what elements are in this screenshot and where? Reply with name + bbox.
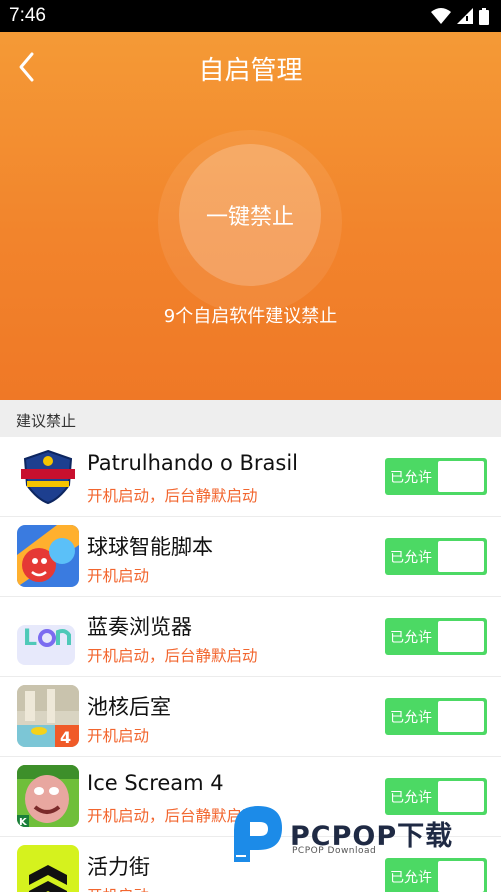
app-desc: 开机启动 bbox=[87, 884, 149, 892]
page-title: 自启管理 bbox=[198, 56, 303, 86]
ice-scream-icon: K bbox=[17, 765, 79, 827]
app-desc: 开机启动，后台静默启动 bbox=[87, 647, 258, 665]
svg-text:K: K bbox=[19, 817, 28, 827]
list-item: Patrulhando o Brasil 开机启动，后台静默启动 已允许 bbox=[0, 437, 501, 517]
toggle-knob bbox=[438, 461, 484, 492]
list-item: 4 池核后室 开机启动 已允许 bbox=[0, 677, 501, 757]
watermark: PCPOP下载 PCPOP Download bbox=[228, 800, 490, 866]
list-item: 球球智能脚本 开机启动 已允许 bbox=[0, 517, 501, 597]
cellular-signal-icon bbox=[457, 8, 473, 24]
toggle-label: 已允许 bbox=[390, 550, 432, 566]
watermark-subtext: PCPOP Download bbox=[292, 846, 377, 856]
disable-all-label: 一键禁止 bbox=[205, 205, 294, 230]
section-title: 建议禁止 bbox=[16, 412, 77, 430]
battery-icon bbox=[479, 7, 489, 25]
chevron-app-icon bbox=[17, 845, 79, 892]
autostart-toggle[interactable]: 已允许 bbox=[385, 618, 487, 655]
status-time: 7:46 bbox=[9, 5, 46, 26]
patrulhando-badge-icon bbox=[17, 445, 79, 507]
disable-all-button[interactable]: 一键禁止 bbox=[179, 144, 321, 286]
app-name: 蓝奏浏览器 bbox=[87, 615, 192, 639]
app-name: 池核后室 bbox=[87, 695, 171, 719]
suggestion-summary: 9个自启软件建议禁止 bbox=[163, 306, 338, 327]
app-desc: 开机启动 bbox=[87, 727, 150, 745]
toggle-label: 已允许 bbox=[390, 870, 432, 886]
autostart-toggle[interactable]: 已允许 bbox=[385, 458, 487, 495]
wifi-icon bbox=[431, 8, 451, 24]
autostart-toggle[interactable]: 已允许 bbox=[385, 698, 487, 735]
lanzou-browser-icon: L bbox=[17, 605, 79, 667]
app-desc: 开机启动，后台静默启动 bbox=[87, 487, 258, 505]
app-name: Ice Scream 4 bbox=[87, 771, 224, 795]
toggle-label: 已允许 bbox=[390, 710, 432, 726]
app-name: 活力街 bbox=[87, 855, 150, 879]
svg-text:L: L bbox=[23, 626, 37, 651]
toggle-label: 已允许 bbox=[390, 630, 432, 646]
toggle-label: 已允许 bbox=[390, 470, 432, 486]
app-desc: 开机启动 bbox=[87, 567, 150, 585]
header-panel: 自启管理 一键禁止 9个自启软件建议禁止 bbox=[0, 32, 501, 400]
app-name: Patrulhando o Brasil bbox=[87, 451, 298, 475]
toggle-knob bbox=[438, 621, 484, 652]
svg-text:4: 4 bbox=[60, 728, 71, 747]
section-header: 建议禁止 bbox=[0, 400, 501, 437]
toggle-knob bbox=[438, 701, 484, 732]
autostart-toggle[interactable]: 已允许 bbox=[385, 538, 487, 575]
status-bar: 7:46 bbox=[0, 0, 501, 32]
pool-room-icon: 4 bbox=[17, 685, 79, 747]
toggle-knob bbox=[438, 541, 484, 572]
app-name: 球球智能脚本 bbox=[87, 535, 213, 559]
status-icons bbox=[431, 7, 489, 25]
pcpop-logo-icon bbox=[234, 806, 282, 862]
ball-game-icon bbox=[17, 525, 79, 587]
list-item: L 蓝奏浏览器 开机启动，后台静默启动 已允许 bbox=[0, 597, 501, 677]
